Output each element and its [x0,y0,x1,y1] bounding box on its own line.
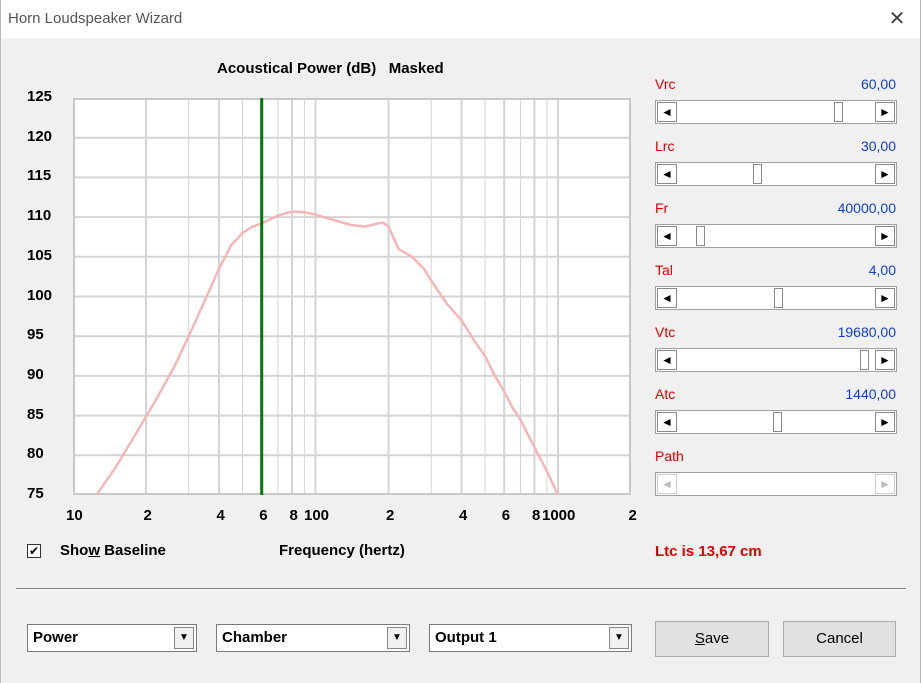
param-label-lrc: Lrc [655,138,675,154]
arrow-left-icon[interactable]: ◄ [657,412,677,432]
x-tick-label: 2 [143,507,152,524]
x-tick-label: 100 [304,507,330,524]
param-value-vrc: 60,00 [860,76,896,92]
param-slider-vrc[interactable]: ◄ ► [655,100,897,124]
y-tick-label: 100 [27,286,53,304]
param-label-fr: Fr [655,200,669,216]
x-tick-label: 1000 [542,507,576,524]
x-tick-label: 4 [216,507,225,524]
save-button[interactable]: Save [655,621,769,657]
x-tick-label: 4 [458,507,468,524]
param-slider-fr[interactable]: ◄ ► [655,224,897,248]
y-tick-label: 85 [27,405,44,423]
param-value-fr: 40000,00 [837,200,896,216]
y-tick-label: 115 [27,167,52,185]
mode-select[interactable]: Power ▼ [27,624,197,652]
slider-thumb[interactable] [833,102,843,122]
y-tick-label: 95 [27,326,44,344]
x-tick-label: 6 [259,507,268,524]
param-slider-path[interactable]: ◄ ► [655,472,897,496]
param-slider-atc[interactable]: ◄ ► [655,410,897,434]
param-label-vtc: Vtc [655,324,676,340]
param-label-path: Path [655,448,684,464]
x-axis-label: Frequency (hertz) [279,542,405,559]
cancel-button[interactable]: Cancel [783,621,896,657]
chevron-down-icon[interactable]: ▼ [174,627,194,649]
status-text: Ltc is 13,67 cm [655,543,762,560]
param-value-atc: 1440,00 [845,386,896,402]
arrow-right-icon[interactable]: ► [875,412,895,432]
param-value-lrc: 30,00 [860,138,896,154]
mode-select-value: Power [33,629,79,646]
y-tick-label: 75 [27,485,44,502]
slider-thumb[interactable] [696,226,706,246]
output-select-value: Output 1 [435,629,497,646]
arrow-left-icon[interactable]: ◄ [657,164,677,184]
param-value-vtc: 19680,00 [837,324,896,340]
arrow-right-icon[interactable]: ► [875,350,895,370]
param-slider-vtc[interactable]: ◄ ► [655,348,897,372]
arrow-left-icon[interactable]: ◄ [657,102,677,122]
arrow-right-icon[interactable]: ► [875,226,895,246]
separator [16,588,906,590]
y-tick-label: 110 [27,207,52,225]
location-select-value: Chamber [222,629,288,646]
x-tick-label: 2 [628,507,637,524]
window-title: Horn Loudspeaker Wizard [8,10,183,27]
y-tick-label: 90 [27,365,44,383]
x-tick-label: 8 [531,507,541,524]
arrow-right-icon[interactable]: ► [875,474,895,494]
x-tick-label: 2 [385,507,395,524]
slider-thumb[interactable] [774,288,784,308]
show-baseline-label[interactable]: Show Baseline [60,542,166,559]
chart-title: Acoustical Power (dB) Masked [217,60,444,77]
close-icon[interactable]: ✕ [884,6,910,32]
output-select[interactable]: Output 1 ▼ [429,624,632,652]
param-slider-tal[interactable]: ◄ ► [655,286,897,310]
chart-plot-area [73,98,631,495]
slider-thumb[interactable] [753,164,763,184]
show-baseline-checkbox[interactable]: ✔ [27,544,41,558]
chevron-down-icon[interactable]: ▼ [609,627,629,649]
param-value-tal: 4,00 [868,262,896,278]
arrow-right-icon[interactable]: ► [875,288,895,308]
param-label-atc: Atc [655,386,676,402]
slider-thumb[interactable] [860,350,870,370]
y-tick-label: 125 [27,88,53,105]
param-slider-lrc[interactable]: ◄ ► [655,162,897,186]
title-bar: Horn Loudspeaker Wizard ✕ [1,0,920,38]
param-label-tal: Tal [655,262,673,278]
chevron-down-icon[interactable]: ▼ [387,627,407,649]
wizard-window: Horn Loudspeaker Wizard ✕ Acoustical Pow… [0,0,921,683]
slider-thumb[interactable] [772,412,782,432]
checkmark-icon: ✔ [28,544,40,558]
arrow-left-icon[interactable]: ◄ [657,226,677,246]
x-tick-label: 10 [66,507,83,524]
location-select[interactable]: Chamber ▼ [216,624,410,652]
x-tick-label: 8 [289,507,298,524]
x-tick-label: 6 [501,507,511,524]
arrow-right-icon[interactable]: ► [875,164,895,184]
arrow-left-icon[interactable]: ◄ [657,350,677,370]
arrow-left-icon[interactable]: ◄ [657,288,677,308]
arrow-left-icon[interactable]: ◄ [657,474,677,494]
y-tick-label: 105 [27,246,53,264]
y-tick-label: 120 [27,127,53,145]
arrow-right-icon[interactable]: ► [875,102,895,122]
y-tick-label: 80 [27,445,44,463]
param-label-vrc: Vrc [655,76,676,92]
